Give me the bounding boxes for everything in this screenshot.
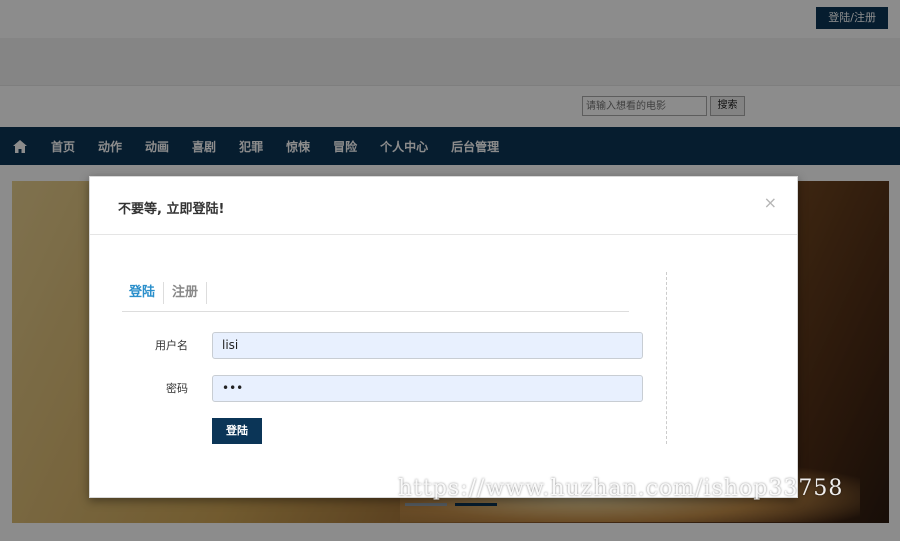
- vertical-divider: [666, 272, 667, 444]
- login-modal: 不要等, 立即登陆! × 登陆 注册 用户名 lisi 密码 ••• 登陆: [89, 176, 798, 498]
- username-input[interactable]: lisi: [212, 332, 643, 359]
- username-label: 用户名: [155, 339, 188, 352]
- auth-tabs: 登陆 注册: [122, 282, 629, 312]
- close-icon[interactable]: ×: [764, 195, 777, 211]
- password-input[interactable]: •••: [212, 375, 643, 402]
- modal-title: 不要等, 立即登陆!: [118, 202, 225, 217]
- password-label: 密码: [166, 382, 188, 395]
- password-row: 密码 •••: [122, 375, 643, 402]
- tab-login[interactable]: 登陆: [122, 282, 165, 304]
- tab-register[interactable]: 注册: [164, 282, 208, 304]
- watermark: https://www.huzhan.com/ishop33758: [398, 476, 844, 501]
- username-row: 用户名 lisi: [122, 332, 643, 359]
- login-submit-button[interactable]: 登陆: [212, 418, 262, 444]
- modal-body: 登陆 注册 用户名 lisi 密码 ••• 登陆: [90, 235, 797, 497]
- modal-header: 不要等, 立即登陆! ×: [90, 177, 797, 235]
